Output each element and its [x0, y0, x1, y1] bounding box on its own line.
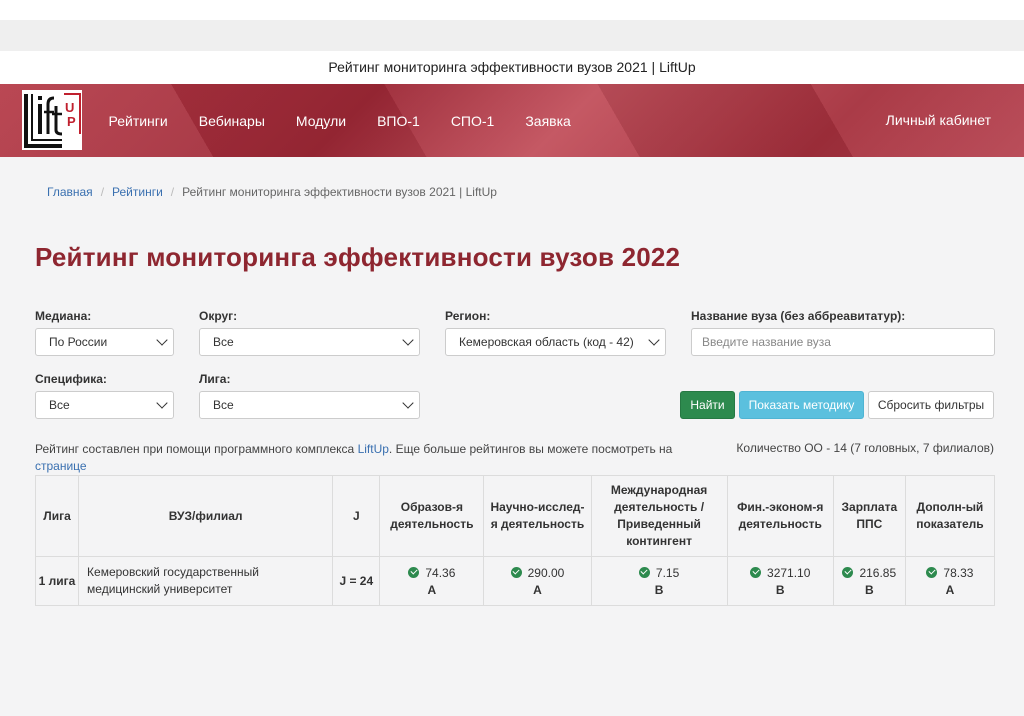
breadcrumb-separator: /	[170, 185, 175, 199]
metric-value: 3271.10	[767, 565, 811, 580]
column-header: Международная деятельность / Приведенный…	[590, 475, 728, 557]
chevron-down-icon	[156, 397, 168, 409]
svg-text:U: U	[65, 100, 74, 115]
metric-grade: A	[533, 582, 542, 597]
info-text-part: . Еще больше рейтингов вы можете посмотр…	[388, 442, 673, 456]
metric-cell: 216.85 B	[832, 556, 906, 606]
median-label: Медиана:	[35, 309, 92, 323]
check-circle-icon	[750, 566, 762, 578]
nav-link-webinars[interactable]: Вебинары	[183, 113, 280, 129]
chevron-down-icon	[402, 397, 414, 409]
metric-value: 78.33	[943, 565, 974, 580]
league-cell: 1 лига	[34, 556, 80, 606]
nav-links: Рейтинги Вебинары Модули ВПО-1 СПО-1 Зая…	[93, 84, 586, 157]
metric-grade: A	[427, 582, 437, 597]
navbar: U P Рейтинги Вебинары Модули ВПО-1 СПО-1…	[0, 84, 1024, 157]
top-strip	[0, 0, 1024, 20]
check-circle-icon	[408, 566, 420, 578]
j-cell: J = 24	[332, 556, 381, 606]
liftup-logo[interactable]: U P	[22, 90, 82, 150]
check-circle-icon	[510, 566, 522, 578]
nav-link-spo1[interactable]: СПО-1	[435, 113, 510, 129]
nav-link-ratings[interactable]: Рейтинги	[93, 113, 183, 129]
district-label: Округ:	[199, 309, 238, 323]
column-header: Образов-я деятельность	[379, 475, 485, 557]
chevron-down-icon	[156, 334, 168, 346]
specificity-select-value: Все	[49, 398, 70, 412]
nav-link-application[interactable]: Заявка	[510, 113, 586, 129]
university-name-input[interactable]: Введите название вуза	[691, 328, 995, 356]
column-header: ВУЗ/филиал	[78, 475, 334, 557]
column-header: Фин.-эконом-я деятельность	[726, 475, 834, 557]
info-text: Рейтинг составлен при помощи программног…	[35, 441, 675, 475]
university-name-cell[interactable]: Кемеровский государственный медицинский …	[78, 556, 334, 606]
chevron-down-icon	[648, 334, 660, 346]
metric-cell: 290.00 A	[483, 556, 592, 606]
show-method-button[interactable]: Показать методику	[739, 391, 864, 419]
metric-grade: A	[945, 582, 955, 597]
column-header: J	[332, 475, 381, 557]
specificity-select[interactable]: Все	[35, 391, 174, 419]
metric-value: 74.36	[425, 565, 456, 580]
metric-value: 290.00	[527, 565, 565, 580]
district-select-value: Все	[213, 335, 234, 349]
check-circle-icon	[842, 566, 854, 578]
metric-cell: 78.33 A	[904, 556, 996, 606]
region-label: Регион:	[445, 309, 491, 323]
metric-value: 216.85	[859, 565, 897, 580]
table-header-row: Лига ВУЗ/филиал J Образов-я деятельность…	[34, 475, 996, 557]
page-title-bar: Рейтинг мониторинга эффективности вузов …	[0, 51, 1024, 84]
account-link[interactable]: Личный кабинет	[886, 84, 991, 157]
breadcrumb-separator: /	[100, 185, 105, 199]
metric-cell: 3271.10 B	[726, 556, 834, 606]
breadcrumb: Главная / Рейтинги / Рейтинг мониторинга эфф…	[47, 185, 497, 199]
metric-value: 7.15	[655, 565, 680, 580]
region-select[interactable]: Кемеровская область (код - 42)	[445, 328, 666, 356]
median-select-value: По России	[49, 335, 108, 349]
breadcrumb-ratings[interactable]: Рейтинги	[112, 185, 163, 199]
info-text-part: Рейтинг составлен при помощи программног…	[35, 442, 358, 456]
gray-strip	[0, 20, 1024, 51]
reset-filters-button[interactable]: Сбросить фильтры	[868, 391, 994, 419]
metric-cell: 7.15 B	[590, 556, 728, 606]
institution-count: Количество ОО - 14 (7 головных, 7 филиал…	[736, 441, 994, 455]
metric-grade: B	[775, 582, 785, 597]
metric-cell: 74.36 A	[379, 556, 485, 606]
breadcrumb-current: Рейтинг мониторинга эффективности вузов …	[182, 185, 497, 199]
column-header: Лига	[34, 475, 80, 557]
league-label: Лига:	[199, 372, 231, 386]
page-heading: Рейтинг мониторинга эффективности вузов …	[35, 242, 681, 272]
league-select[interactable]: Все	[199, 391, 420, 419]
metric-grade: B	[654, 582, 664, 597]
nav-link-vpo1[interactable]: ВПО-1	[362, 113, 436, 129]
page-link[interactable]: странице	[35, 459, 87, 473]
check-circle-icon	[926, 566, 938, 578]
name-label: Название вуза (без аббреавитатур):	[691, 309, 906, 323]
check-circle-icon	[638, 566, 650, 578]
svg-text:P: P	[67, 114, 76, 129]
metric-grade: B	[864, 582, 874, 597]
chevron-down-icon	[402, 334, 414, 346]
region-select-value: Кемеровская область (код - 42)	[459, 335, 634, 349]
nav-link-modules[interactable]: Модули	[280, 113, 361, 129]
column-header: Дополн-ый показатель	[904, 475, 996, 557]
find-button[interactable]: Найти	[680, 391, 735, 419]
liftup-link[interactable]: LiftUp	[358, 442, 389, 456]
league-select-value: Все	[213, 398, 234, 412]
column-header: Научно-исслед-я деятельность	[483, 475, 592, 557]
breadcrumb-home[interactable]: Главная	[47, 185, 93, 199]
rating-table: Лига ВУЗ/филиал J Образов-я деятельность…	[34, 475, 996, 606]
specificity-label: Специфика:	[35, 372, 107, 386]
median-select[interactable]: По России	[35, 328, 174, 356]
column-header: Зарплата ППС	[832, 475, 906, 557]
district-select[interactable]: Все	[199, 328, 420, 356]
table-row[interactable]: 1 лига Кемеровский государственный медиц…	[34, 556, 996, 606]
